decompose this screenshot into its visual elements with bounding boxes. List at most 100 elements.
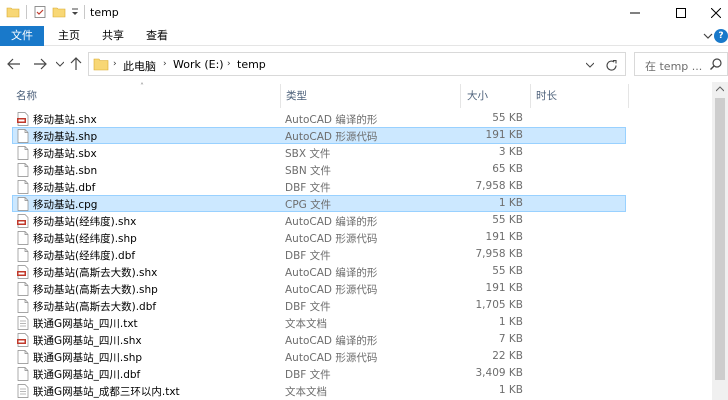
generic-file-icon xyxy=(16,197,30,211)
refresh-button[interactable] xyxy=(603,57,619,73)
file-size: 1 KB xyxy=(498,197,523,209)
breadcrumb-chevron-icon[interactable]: › xyxy=(227,59,231,69)
column-divider[interactable] xyxy=(280,84,281,108)
file-row[interactable]: 移动基站.cpg CPG 文件 1 KB xyxy=(12,195,626,212)
file-type: AutoCAD 形源代码 xyxy=(285,233,378,245)
file-row[interactable]: 移动基站.shx AutoCAD 编译的形 55 KB xyxy=(12,110,626,127)
maximize-button[interactable] xyxy=(658,0,704,26)
window-title: temp xyxy=(90,6,119,19)
file-name: 移动基站(高斯去大数).shp xyxy=(33,284,158,296)
search-box[interactable]: 在 temp ... xyxy=(634,52,728,76)
file-row[interactable]: 移动基站(经纬度).dbf DBF 文件 7,958 KB xyxy=(12,246,626,263)
file-name: 联通G网基站_成都三环以内.txt xyxy=(33,386,180,398)
column-type-header[interactable]: 类型 xyxy=(286,88,307,103)
generic-file-icon xyxy=(16,180,30,194)
breadcrumb-temp[interactable]: temp xyxy=(237,58,266,71)
file-type: AutoCAD 编译的形 xyxy=(285,335,378,347)
search-icon[interactable] xyxy=(709,57,725,73)
properties-icon[interactable] xyxy=(33,5,47,21)
close-icon xyxy=(711,8,721,18)
file-size: 65 KB xyxy=(492,163,523,175)
file-size: 7,958 KB xyxy=(475,248,524,260)
breadcrumb-chevron-icon[interactable]: › xyxy=(163,59,167,69)
column-divider[interactable] xyxy=(628,84,629,108)
column-size-header[interactable]: 大小 xyxy=(467,88,488,103)
file-row[interactable]: 联通G网基站_四川.shp AutoCAD 形源代码 22 KB xyxy=(12,348,626,365)
search-input[interactable]: 在 temp ... xyxy=(645,58,702,74)
file-type: DBF 文件 xyxy=(285,250,331,262)
arrow-up-icon xyxy=(70,57,82,70)
tab-share[interactable]: 共享 xyxy=(92,26,134,46)
back-button[interactable] xyxy=(6,56,22,72)
file-type: SBX 文件 xyxy=(285,148,331,160)
file-type: DBF 文件 xyxy=(285,369,331,381)
generic-file-icon xyxy=(16,350,30,364)
breadcrumb-work-drive[interactable]: Work (E:) xyxy=(173,58,224,71)
customize-toolbar-icon[interactable] xyxy=(70,5,80,21)
chevron-up-icon xyxy=(716,86,724,92)
scrollbar-thumb[interactable] xyxy=(715,98,725,380)
file-row[interactable]: 联通G网基站_四川.dbf DBF 文件 3,409 KB xyxy=(12,365,626,382)
column-divider[interactable] xyxy=(460,84,461,108)
expand-ribbon-icon[interactable] xyxy=(702,30,714,42)
file-row[interactable]: 移动基站.sbn SBN 文件 65 KB xyxy=(12,161,626,178)
file-type: SBN 文件 xyxy=(285,165,332,177)
file-name: 移动基站.sbn xyxy=(33,165,98,177)
vertical-scrollbar[interactable] xyxy=(712,82,728,400)
file-row[interactable]: 移动基站(经纬度).shp AutoCAD 形源代码 191 KB xyxy=(12,229,626,246)
file-row[interactable]: 移动基站.sbx SBX 文件 3 KB xyxy=(12,144,626,161)
minimize-button[interactable] xyxy=(612,0,658,26)
file-row[interactable]: 移动基站.shp AutoCAD 形源代码 191 KB xyxy=(12,127,626,144)
file-name: 移动基站(高斯去大数).shx xyxy=(33,267,158,279)
text-file-icon xyxy=(16,316,30,330)
file-row[interactable]: 联通G网基站_四川.txt 文本文档 1 KB xyxy=(12,314,626,331)
column-duration-header[interactable]: 时长 xyxy=(536,88,557,103)
address-bar[interactable]: › 此电脑 › Work (E:) › temp xyxy=(88,52,626,76)
refresh-icon xyxy=(605,59,617,71)
file-row[interactable]: 联通G网基站_成都三环以内.txt 文本文档 1 KB xyxy=(12,382,626,399)
column-name-header[interactable]: 名称 xyxy=(16,88,37,103)
new-folder-icon[interactable] xyxy=(52,5,66,21)
breadcrumb-chevron-icon[interactable]: › xyxy=(113,59,117,69)
file-type: DBF 文件 xyxy=(285,182,331,194)
file-size: 3,409 KB xyxy=(475,367,524,379)
forward-button[interactable] xyxy=(32,56,48,72)
tab-home[interactable]: 主页 xyxy=(48,26,90,46)
generic-file-icon xyxy=(16,248,30,262)
close-button[interactable] xyxy=(704,0,728,26)
file-size: 7 KB xyxy=(498,333,523,345)
file-row[interactable]: 移动基站(高斯去大数).shx AutoCAD 编译的形 55 KB xyxy=(12,263,626,280)
file-type: AutoCAD 形源代码 xyxy=(285,284,378,296)
arrow-left-icon xyxy=(7,58,20,70)
file-row[interactable]: 移动基站(经纬度).shx AutoCAD 编译的形 55 KB xyxy=(12,212,626,229)
autocad-file-icon xyxy=(16,265,30,279)
file-size: 22 KB xyxy=(492,350,523,362)
file-name: 移动基站.cpg xyxy=(33,199,98,211)
file-row[interactable]: 联通G网基站_四川.shx AutoCAD 编译的形 7 KB xyxy=(12,331,626,348)
file-size: 1 KB xyxy=(498,384,523,396)
up-button[interactable] xyxy=(68,56,84,72)
file-type: AutoCAD 编译的形 xyxy=(285,267,378,279)
tab-view[interactable]: 查看 xyxy=(136,26,178,46)
file-type: 文本文档 xyxy=(285,386,327,398)
folder-icon[interactable] xyxy=(6,5,20,21)
file-row[interactable]: 移动基站.dbf DBF 文件 7,958 KB xyxy=(12,178,626,195)
address-history-button[interactable] xyxy=(583,58,597,72)
scroll-up-button[interactable] xyxy=(712,82,728,96)
help-icon[interactable]: ? xyxy=(714,29,728,43)
file-type: AutoCAD 编译的形 xyxy=(285,114,378,126)
column-divider[interactable] xyxy=(530,84,531,108)
file-name: 联通G网基站_四川.dbf xyxy=(33,369,141,381)
generic-file-icon xyxy=(16,299,30,313)
file-row[interactable]: 移动基站(高斯去大数).dbf DBF 文件 1,705 KB xyxy=(12,297,626,314)
tab-file[interactable]: 文件 xyxy=(0,26,44,46)
autocad-file-icon xyxy=(16,112,30,126)
ribbon-tabs: 文件 主页 共享 查看 ? xyxy=(0,26,728,46)
file-row[interactable]: 移动基站(高斯去大数).shp AutoCAD 形源代码 191 KB xyxy=(12,280,626,297)
breadcrumb-this-pc[interactable]: 此电脑 xyxy=(123,58,156,74)
file-type: AutoCAD 形源代码 xyxy=(285,131,378,143)
file-size: 191 KB xyxy=(485,129,523,141)
title-divider xyxy=(84,5,85,19)
recent-locations-button[interactable] xyxy=(55,56,65,72)
generic-file-icon xyxy=(16,282,30,296)
